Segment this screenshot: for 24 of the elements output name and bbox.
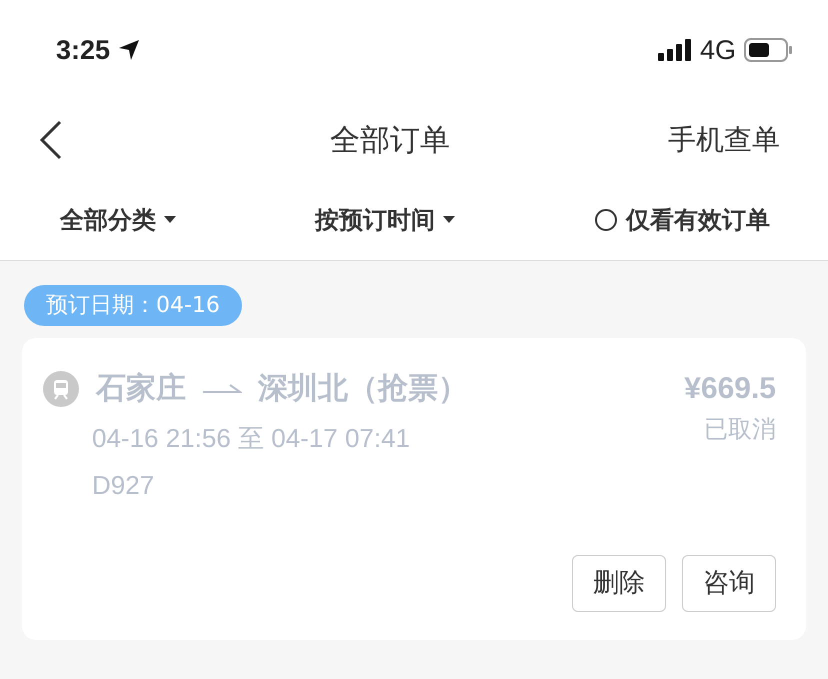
departure-station: 石家庄 bbox=[96, 370, 186, 408]
order-status: 已取消 bbox=[704, 414, 776, 445]
action-button[interactable]: 删除 bbox=[572, 555, 666, 612]
clock-time: 3:25 bbox=[56, 34, 110, 67]
battery-icon bbox=[744, 38, 792, 62]
filter-dropdown[interactable]: 全部分类 bbox=[60, 202, 176, 238]
train-icon bbox=[42, 370, 80, 408]
booking-date-badge: 预订日期：04-16 bbox=[24, 285, 242, 326]
valid-orders-toggle[interactable]: 仅看有效订单 bbox=[594, 202, 770, 238]
caret-icon bbox=[164, 216, 176, 224]
caret-icon bbox=[443, 216, 455, 224]
network-label: 4G bbox=[700, 34, 736, 67]
back-icon bbox=[38, 120, 64, 160]
arrival-station: 深圳北（抢票） bbox=[258, 370, 468, 408]
location-arrow-icon bbox=[118, 39, 140, 61]
phone-lookup-link[interactable]: 手机查单 bbox=[668, 119, 780, 161]
filter-dropdown[interactable]: 按预订时间 bbox=[315, 202, 455, 238]
schedule-text: 04-16 21:56 至 04-17 07:41 bbox=[92, 422, 412, 455]
action-button[interactable]: 咨询 bbox=[682, 555, 776, 612]
train-number: D927 bbox=[92, 469, 156, 502]
back-button[interactable] bbox=[38, 120, 64, 160]
price-text: ¥669.5 bbox=[684, 371, 776, 407]
page-title: 全部订单 bbox=[329, 122, 450, 160]
signal-icon bbox=[658, 39, 692, 61]
